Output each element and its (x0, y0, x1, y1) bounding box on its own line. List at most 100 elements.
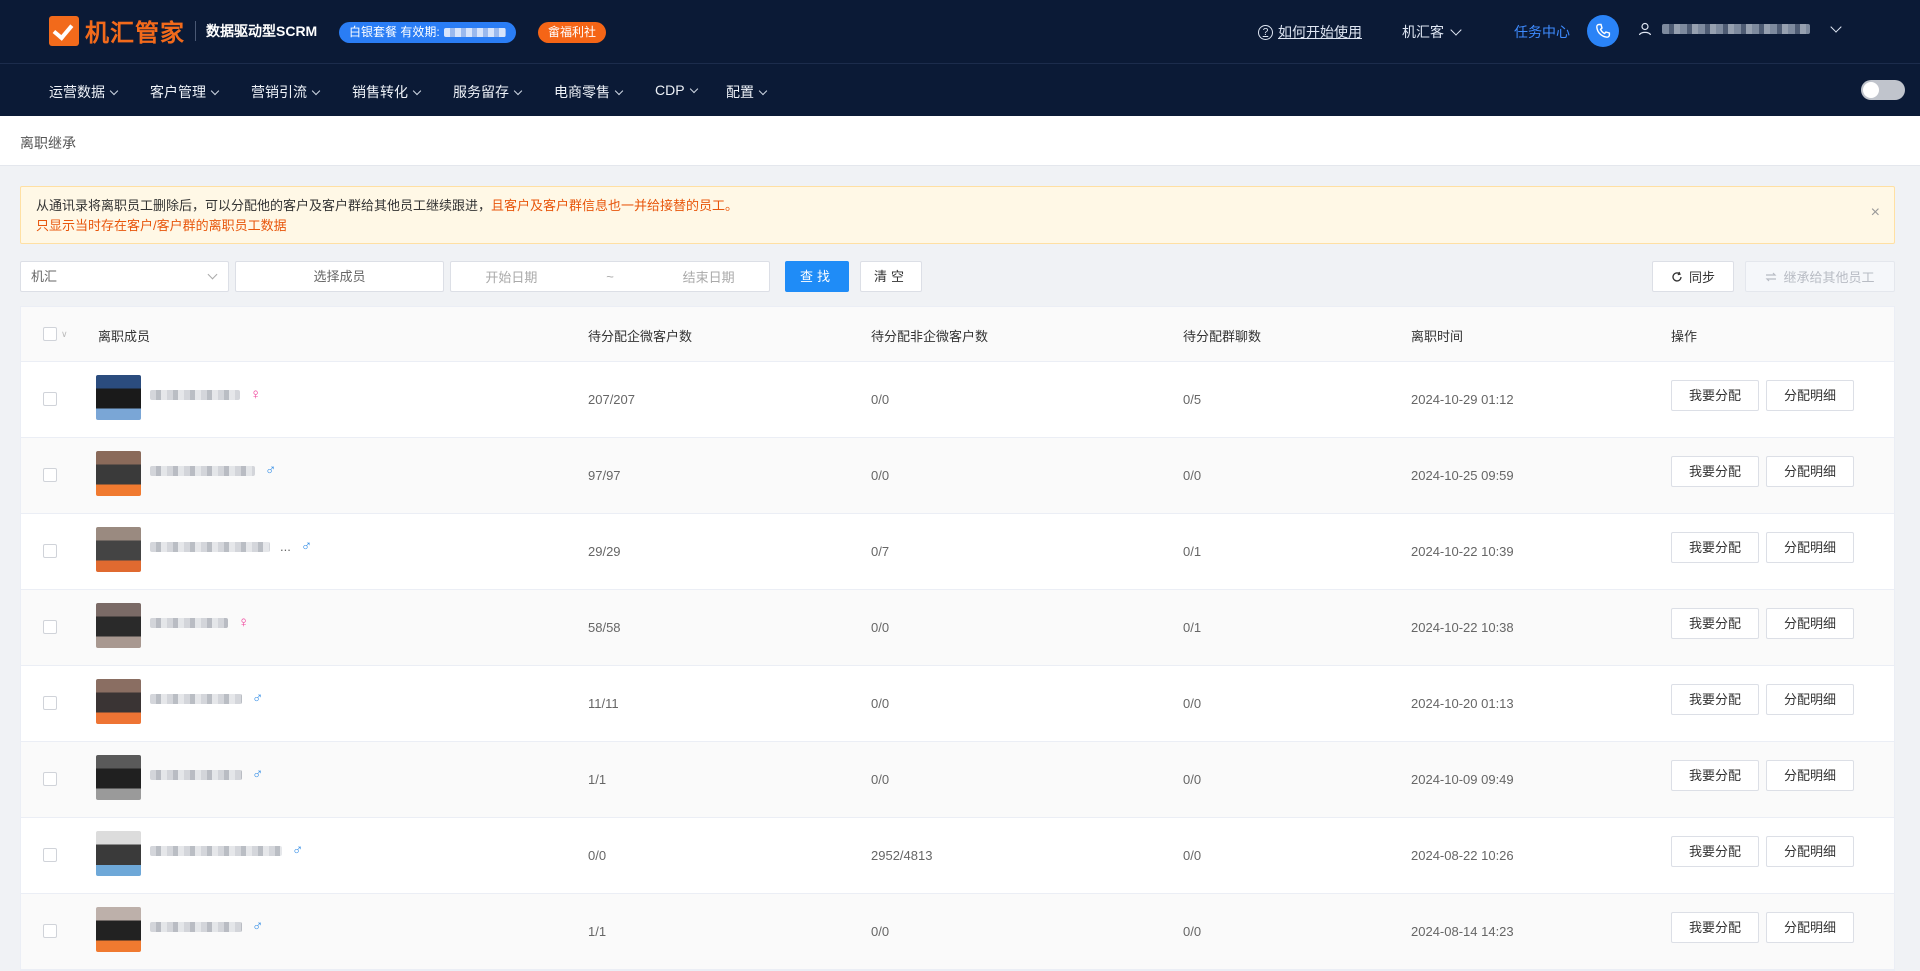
clear-button[interactable]: 清空 (860, 261, 922, 292)
row-checkbox-cell[interactable] (43, 468, 57, 482)
avatar (96, 831, 141, 876)
group-chats: 0/0 (1183, 468, 1202, 483)
non-wecom-customers: 0/0 (871, 696, 890, 711)
wecom-customers: 1/1 (588, 924, 607, 939)
select-all[interactable]: ∨ (43, 327, 68, 341)
assign-button[interactable]: 我要分配 (1671, 760, 1759, 791)
company-select[interactable]: 机汇 (20, 261, 229, 292)
assign-detail-button[interactable]: 分配明细 (1766, 456, 1854, 487)
sync-label: 同步 (1688, 270, 1715, 285)
row-checkbox[interactable] (43, 696, 57, 710)
nav-item-settings[interactable]: 配置 (726, 82, 768, 102)
welfare-badge[interactable]: 畲福利社 (538, 22, 607, 43)
row-checkbox[interactable] (43, 468, 57, 482)
assign-button[interactable]: 我要分配 (1671, 456, 1759, 487)
store-switcher[interactable]: 机汇客 (1402, 22, 1462, 42)
non-wecom-customers: 0/7 (871, 544, 890, 559)
row-checkbox[interactable] (43, 620, 57, 634)
chevron-down-icon (758, 86, 768, 95)
assign-detail-button[interactable]: 分配明细 (1766, 760, 1854, 791)
row-checkbox[interactable] (43, 924, 57, 938)
row-checkbox[interactable] (43, 392, 57, 406)
date-range-picker[interactable]: 开始日期 ~ 结束日期 (450, 261, 770, 292)
departure-time: 2024-10-29 01:12 (1411, 392, 1514, 407)
row-checkbox-cell[interactable] (43, 544, 57, 558)
avatar (96, 451, 141, 496)
help-icon: ? (1258, 24, 1273, 40)
member-name: ... ♂ (150, 538, 312, 555)
nav-item-operations[interactable]: 运营数据 (49, 82, 119, 102)
non-wecom-customers: 0/0 (871, 924, 890, 939)
assign-detail-button[interactable]: 分配明细 (1766, 380, 1854, 411)
chevron-down-icon (689, 84, 698, 93)
avatar (96, 679, 141, 724)
assign-button[interactable]: 我要分配 (1671, 608, 1759, 639)
row-checkbox-cell[interactable] (43, 848, 57, 862)
male-icon: ♂ (252, 766, 264, 783)
member-name-redacted (150, 617, 228, 628)
assign-button[interactable]: 我要分配 (1671, 532, 1759, 563)
sync-button[interactable]: 同步 (1652, 261, 1734, 292)
non-wecom-customers: 2952/4813 (871, 848, 933, 863)
male-icon: ♂ (252, 918, 264, 935)
user-menu[interactable] (1638, 21, 1842, 36)
nav-label: CDP (655, 82, 685, 98)
theme-toggle[interactable] (1861, 80, 1905, 100)
member-name: ♂ (150, 918, 263, 935)
package-badge[interactable]: 白银套餐 有效期: (339, 22, 516, 43)
search-button[interactable]: 查找 (785, 261, 849, 292)
nav-item-ecommerce[interactable]: 电商零售 (554, 82, 624, 102)
select-all-checkbox[interactable] (43, 327, 57, 341)
end-date-input[interactable]: 结束日期 (683, 267, 735, 286)
chevron-down-icon (109, 86, 119, 95)
group-chats: 0/0 (1183, 924, 1202, 939)
how-to-start-link[interactable]: ? 如何开始使用 (1258, 22, 1362, 42)
row-checkbox[interactable] (43, 772, 57, 786)
nav-label: 电商零售 (554, 84, 610, 100)
table-row: ♂ 0/0 2952/4813 0/0 2024-08-22 10:26 我要分配 分配明细 (21, 818, 1894, 894)
departure-time: 2024-10-22 10:39 (1411, 544, 1514, 559)
nav-item-sales[interactable]: 销售转化 (352, 82, 422, 102)
chevron-down-icon (1450, 24, 1462, 36)
nav-item-marketing[interactable]: 营销引流 (251, 82, 321, 102)
nav-item-cdp[interactable]: CDP (655, 82, 698, 98)
row-checkbox-cell[interactable] (43, 696, 57, 710)
member-name-redacted (150, 769, 242, 780)
chevron-down-icon (513, 86, 523, 95)
assign-detail-button[interactable]: 分配明细 (1766, 608, 1854, 639)
row-checkbox-cell[interactable] (43, 620, 57, 634)
nav-item-customers[interactable]: 客户管理 (150, 82, 220, 102)
assign-button[interactable]: 我要分配 (1671, 684, 1759, 715)
table-row: ♀ 58/58 0/0 0/1 2024-10-22 10:38 我要分配 分配明细 (21, 590, 1894, 666)
row-checkbox-cell[interactable] (43, 392, 57, 406)
row-checkbox-cell[interactable] (43, 772, 57, 786)
row-checkbox-cell[interactable] (43, 924, 57, 938)
row-checkbox[interactable] (43, 848, 57, 862)
wecom-customers: 58/58 (588, 620, 621, 635)
assign-button[interactable]: 我要分配 (1671, 380, 1759, 411)
member-name-redacted (150, 389, 240, 400)
user-name-redacted (1662, 24, 1810, 34)
assign-detail-button[interactable]: 分配明细 (1766, 684, 1854, 715)
phone-button[interactable] (1587, 15, 1619, 47)
chevron-down-icon (614, 86, 624, 95)
member-select[interactable]: 选择成员 (235, 261, 444, 292)
assign-detail-button[interactable]: 分配明细 (1766, 912, 1854, 943)
inherit-to-others-button[interactable]: 继承给其他员工 (1745, 261, 1895, 292)
task-center-link[interactable]: 任务中心 (1514, 22, 1570, 42)
row-checkbox[interactable] (43, 544, 57, 558)
start-date-input[interactable]: 开始日期 (485, 267, 537, 286)
departure-time: 2024-10-22 10:38 (1411, 620, 1514, 635)
assign-button[interactable]: 我要分配 (1671, 912, 1759, 943)
assign-button[interactable]: 我要分配 (1671, 836, 1759, 867)
nav-item-service[interactable]: 服务留存 (453, 82, 523, 102)
refresh-icon (1672, 271, 1682, 282)
nav-label: 客户管理 (150, 84, 206, 100)
assign-detail-button[interactable]: 分配明细 (1766, 836, 1854, 867)
logo[interactable]: 机汇管家 数据驱动型SCRM (49, 13, 317, 48)
close-icon[interactable]: × (1871, 203, 1880, 223)
notice-line-2: 只显示当时存在客户/客户群的离职员工数据 (36, 218, 287, 233)
departure-time: 2024-10-25 09:59 (1411, 468, 1514, 483)
logo-icon (49, 15, 79, 46)
assign-detail-button[interactable]: 分配明细 (1766, 532, 1854, 563)
